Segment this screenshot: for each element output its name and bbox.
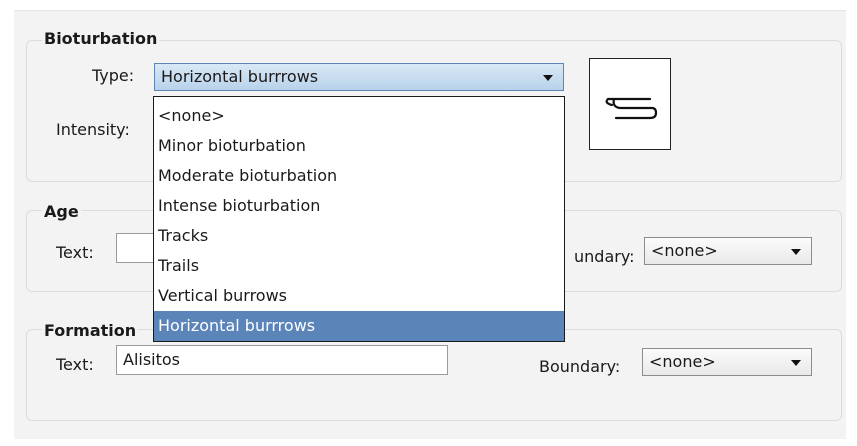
formation-group-title: Formation <box>42 321 139 340</box>
formation-boundary-label: Boundary: <box>539 357 621 376</box>
age-group-title: Age <box>42 202 81 221</box>
dropdown-option-none[interactable]: <none> <box>154 101 564 131</box>
formation-text-label: Text: <box>56 355 94 374</box>
dropdown-option-moderate-bioturbation[interactable]: Moderate bioturbation <box>154 161 564 191</box>
age-text-label: Text: <box>56 243 94 262</box>
dropdown-option-vertical-burrows[interactable]: Vertical burrows <box>154 281 564 311</box>
type-label: Type: <box>92 66 135 85</box>
formation-text-value: Alisitos <box>123 350 181 369</box>
dropdown-option-intense-bioturbation[interactable]: Intense bioturbation <box>154 191 564 221</box>
type-combo-value: Horizontal burrrows <box>161 67 319 86</box>
age-boundary-label: undary: <box>574 247 635 266</box>
dropdown-option-tracks[interactable]: Tracks <box>154 221 564 251</box>
formation-boundary-value: <none> <box>649 352 716 371</box>
type-dropdown-list[interactable]: <none> Minor bioturbation Moderate biotu… <box>153 96 565 342</box>
intensity-label: Intensity: <box>56 120 130 139</box>
type-combo[interactable]: Horizontal burrrows <box>154 63 564 91</box>
age-boundary-combo[interactable]: <none> <box>644 237 812 265</box>
chevron-down-icon <box>543 75 553 81</box>
dropdown-option-minor-bioturbation[interactable]: Minor bioturbation <box>154 131 564 161</box>
horizontal-burrow-symbol-icon <box>605 97 658 120</box>
formation-text-input[interactable]: Alisitos <box>116 345 448 375</box>
chevron-down-icon <box>791 360 801 366</box>
bioturbation-preview <box>589 58 671 150</box>
dropdown-option-horizontal-burrrows[interactable]: Horizontal burrrows <box>154 311 564 341</box>
chevron-down-icon <box>791 249 801 255</box>
formation-boundary-combo[interactable]: <none> <box>642 348 812 376</box>
dropdown-option-trails[interactable]: Trails <box>154 251 564 281</box>
bioturbation-group-title: Bioturbation <box>42 29 160 48</box>
age-boundary-value: <none> <box>651 241 718 260</box>
